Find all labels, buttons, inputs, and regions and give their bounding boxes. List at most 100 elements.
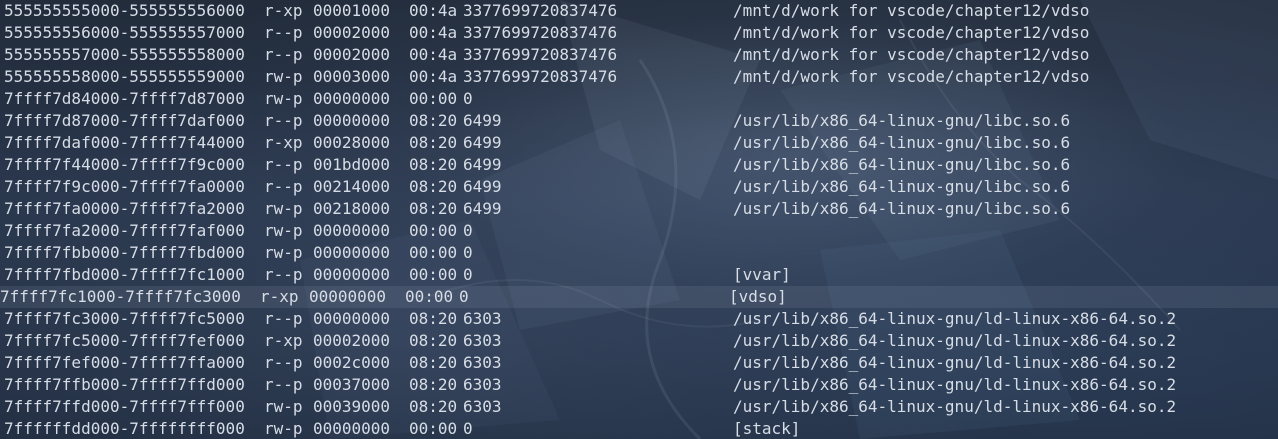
mapping-inode: 3377699720837476 [463,67,618,86]
mapping-range: 7ffff7d87000-7ffff7daf000 [4,111,245,130]
mapping-dev: 00:00 [409,221,458,240]
mapping-range: 7ffffffdd000-7ffffffff000 [4,419,245,438]
mapping-range: 7ffff7fc1000-7ffff7fc3000 [0,287,241,306]
mapping-range: 555555558000-555555559000 [4,67,245,86]
mapping-perms: rw-p [264,397,303,416]
mapping-path: /usr/lib/x86_64-linux-gnu/libc.so.6 [733,111,1071,130]
mapping-perms: rw-p [264,221,303,240]
mapping-range: 555555557000-555555558000 [4,45,245,64]
mapping-offset: 00002000 [313,331,391,350]
mapping-dev: 08:20 [409,353,458,372]
mapping-perms: r--p [264,353,303,372]
mapping-perms: rw-p [264,89,303,108]
terminal-output[interactable]: 555555555000-555555556000 r-xp 00001000 00:… [0,0,1278,439]
mapping-dev: 00:4a [409,1,458,20]
mapping-perms: r-xp [264,133,303,152]
mapping-perms: rw-p [264,243,303,262]
mapping-path: /mnt/d/work for vscode/chapter12/vdso [733,23,1090,42]
mapping-path: /mnt/d/work for vscode/chapter12/vdso [733,45,1090,64]
mapping-path: /usr/lib/x86_64-linux-gnu/libc.so.6 [733,155,1071,174]
mapping-path: /mnt/d/work for vscode/chapter12/vdso [733,1,1090,20]
mapping-perms: r--p [264,265,303,284]
mapping-perms: rw-p [264,67,303,86]
mapping-inode: 0 [463,243,473,262]
mapping-range: 7ffff7fa2000-7ffff7faf000 [4,221,245,240]
terminal-line: 7ffff7ffd000-7ffff7fff000 rw-p 00039000 08:… [4,396,1278,418]
terminal-line: 555555556000-555555557000 r--p 00002000 00:… [4,22,1278,44]
terminal-line-highlighted: 7ffff7fc1000-7ffff7fc3000 r-xp 00000000 00:… [0,286,1278,308]
mapping-range: 7ffff7fef000-7ffff7ffa000 [4,353,245,372]
mapping-range: 7ffff7fc5000-7ffff7fef000 [4,331,245,350]
mapping-path: /mnt/d/work for vscode/chapter12/vdso [733,67,1090,86]
mapping-inode: 3377699720837476 [463,23,618,42]
mapping-dev: 00:00 [409,265,458,284]
mapping-dev: 08:20 [409,397,458,416]
mapping-dev: 08:20 [409,375,458,394]
mapping-range: 555555555000-555555556000 [4,1,245,20]
mapping-path: /usr/lib/x86_64-linux-gnu/ld-linux-x86-6… [733,375,1177,394]
mapping-inode: 0 [463,221,473,240]
mapping-offset: 00000000 [313,243,391,262]
mapping-range: 7ffff7daf000-7ffff7f44000 [4,133,245,152]
terminal-line: 555555558000-555555559000 rw-p 00003000 00:… [4,66,1278,88]
mapping-range: 7ffff7ffb000-7ffff7ffd000 [4,375,245,394]
mapping-dev: 08:20 [409,155,458,174]
mapping-path: /usr/lib/x86_64-linux-gnu/libc.so.6 [733,133,1071,152]
mapping-inode: 6499 [463,155,502,174]
mapping-perms: rw-p [264,199,303,218]
mapping-offset: 00000000 [313,419,391,438]
mapping-inode: 0 [463,265,473,284]
mapping-offset: 00214000 [313,177,391,196]
mapping-inode: 6499 [463,111,502,130]
mapping-perms: r--p [264,155,303,174]
terminal-line: 7ffff7fa2000-7ffff7faf000 rw-p 00000000 00:… [4,220,1278,242]
terminal-line: 555555555000-555555556000 r-xp 00001000 00:… [4,0,1278,22]
mapping-dev: 08:20 [409,199,458,218]
mapping-inode: 6303 [463,309,502,328]
mapping-dev: 00:00 [409,419,458,438]
mapping-offset: 00002000 [313,23,391,42]
mapping-inode: 0 [459,287,469,306]
terminal-line: 7ffff7f44000-7ffff7f9c000 r--p 001bd000 08:… [4,154,1278,176]
terminal-line: 555555557000-555555558000 r--p 00002000 00:… [4,44,1278,66]
mapping-range: 7ffff7d84000-7ffff7d87000 [4,89,245,108]
mapping-offset: 0002c000 [313,353,391,372]
mapping-offset: 00028000 [313,133,391,152]
terminal-line: 7ffff7fef000-7ffff7ffa000 r--p 0002c000 08:… [4,352,1278,374]
terminal-window[interactable]: 555555555000-555555556000 r-xp 00001000 00:… [0,0,1278,439]
mapping-perms: r--p [264,45,303,64]
mapping-inode: 6303 [463,375,502,394]
mapping-path: [vvar] [733,265,791,284]
mapping-inode: 6303 [463,397,502,416]
mapping-perms: r--p [264,309,303,328]
mapping-dev: 08:20 [409,177,458,196]
mapping-range: 7ffff7fbb000-7ffff7fbd000 [4,243,245,262]
mapping-range: 7ffff7fbd000-7ffff7fc1000 [4,265,245,284]
mapping-dev: 00:00 [409,89,458,108]
mapping-offset: 00000000 [313,111,391,130]
mapping-perms: r--p [264,177,303,196]
terminal-line: 7ffff7fc5000-7ffff7fef000 r-xp 00002000 08:… [4,330,1278,352]
terminal-line: 7ffff7ffb000-7ffff7ffd000 r--p 00037000 08:… [4,374,1278,396]
mapping-dev: 08:20 [409,331,458,350]
mapping-perms: r--p [264,111,303,130]
mapping-path: /usr/lib/x86_64-linux-gnu/ld-linux-x86-6… [733,397,1177,416]
mapping-offset: 00000000 [313,309,391,328]
mapping-path: /usr/lib/x86_64-linux-gnu/libc.so.6 [733,199,1071,218]
mapping-inode: 3377699720837476 [463,1,618,20]
mapping-range: 7ffff7fa0000-7ffff7fa2000 [4,199,245,218]
mapping-dev: 08:20 [409,309,458,328]
mapping-perms: r-xp [260,287,299,306]
mapping-dev: 08:20 [409,111,458,130]
mapping-perms: r-xp [264,1,303,20]
mapping-perms: r--p [264,23,303,42]
mapping-dev: 00:00 [405,287,454,306]
mapping-path: /usr/lib/x86_64-linux-gnu/libc.so.6 [733,177,1071,196]
terminal-line: 7ffff7daf000-7ffff7f44000 r-xp 00028000 08:… [4,132,1278,154]
mapping-dev: 00:00 [409,243,458,262]
mapping-inode: 6303 [463,331,502,350]
mapping-offset: 00037000 [313,375,391,394]
mapping-inode: 0 [463,89,473,108]
mapping-inode: 6499 [463,133,502,152]
mapping-offset: 001bd000 [313,155,391,174]
